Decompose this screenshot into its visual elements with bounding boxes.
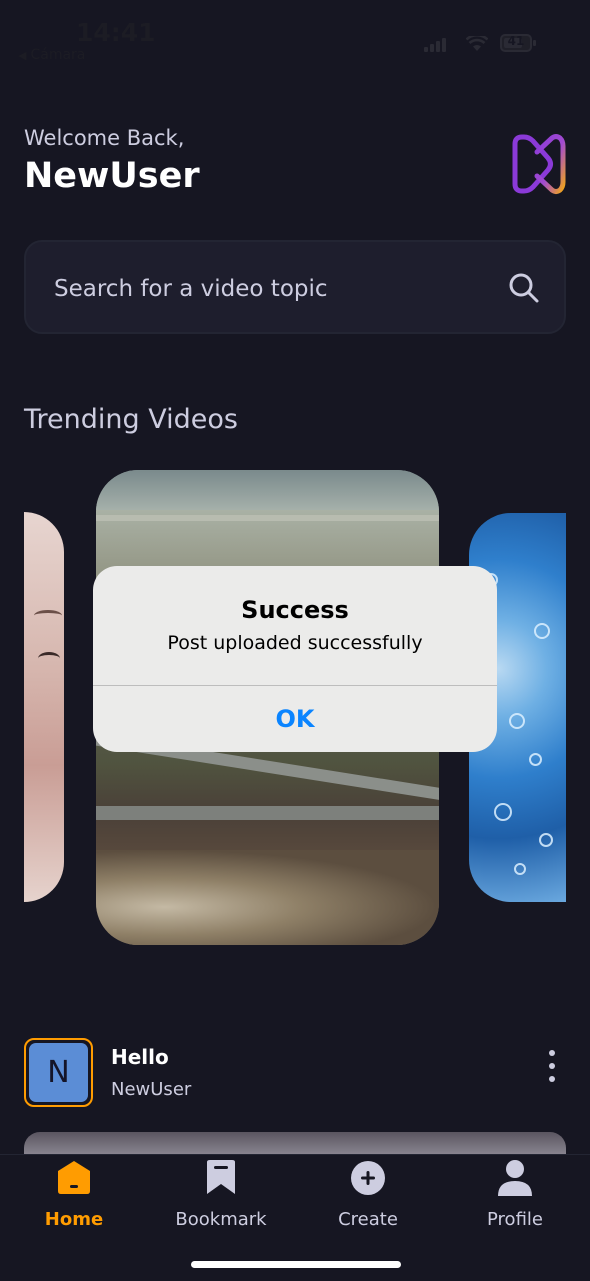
status-time: 14:41	[76, 18, 156, 47]
alert-title: Success	[241, 596, 349, 624]
back-app-label: Cámara	[30, 47, 86, 63]
plus-icon	[351, 1161, 385, 1195]
trending-video-card[interactable]	[24, 512, 64, 902]
tab-profile[interactable]: Profile	[460, 1155, 570, 1245]
tab-create-label: Create	[338, 1209, 398, 1230]
alert-ok-button[interactable]: OK	[93, 686, 497, 752]
profile-icon	[498, 1160, 532, 1196]
app-logo-icon	[512, 134, 566, 194]
tab-home[interactable]: Home	[19, 1155, 129, 1245]
back-to-app-link[interactable]: ◀ Cámara	[18, 47, 85, 63]
battery-level: 41	[507, 34, 525, 48]
search-icon[interactable]	[508, 272, 540, 304]
more-options-icon[interactable]	[540, 1048, 564, 1084]
search-bar	[24, 240, 566, 334]
tab-bookmark-label: Bookmark	[175, 1209, 267, 1230]
wifi-icon	[466, 36, 488, 51]
cellular-signal-icon	[424, 38, 448, 52]
tab-home-label: Home	[44, 1209, 104, 1230]
success-alert-dialog: Success Post uploaded successfully OK	[93, 566, 497, 752]
search-input[interactable]	[52, 268, 496, 310]
username-heading: NewUser	[24, 156, 200, 196]
back-arrow-icon: ◀	[18, 49, 27, 62]
battery-icon: 41	[500, 34, 532, 52]
status-bar: 14:41 ◀ Cámara 41	[0, 0, 590, 70]
alert-message: Post uploaded successfully	[167, 632, 423, 654]
welcome-text: Welcome Back,	[24, 126, 185, 150]
home-icon	[58, 1161, 90, 1194]
tab-bookmark[interactable]: Bookmark	[166, 1155, 276, 1245]
tab-create[interactable]: Create	[313, 1155, 423, 1245]
post-author: NewUser	[111, 1079, 192, 1100]
avatar-letter: N	[29, 1043, 88, 1102]
home-indicator	[191, 1261, 401, 1268]
trending-videos-heading: Trending Videos	[24, 404, 238, 435]
tab-profile-label: Profile	[487, 1209, 543, 1230]
post-title: Hello	[111, 1045, 169, 1069]
avatar[interactable]: N	[24, 1038, 93, 1107]
bookmark-icon	[207, 1160, 235, 1194]
